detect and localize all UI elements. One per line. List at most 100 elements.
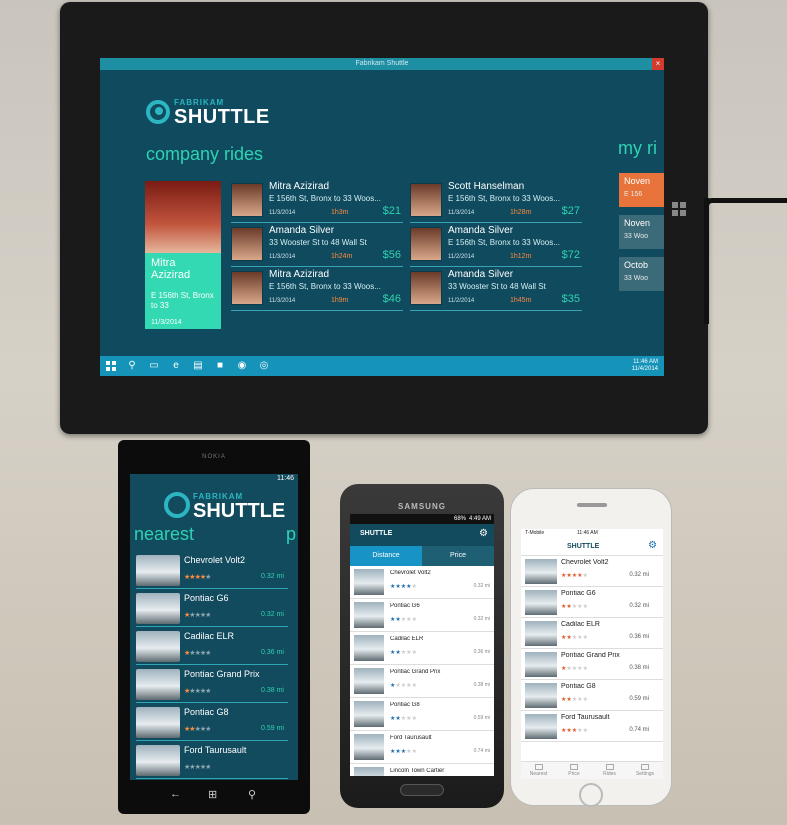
ie-icon[interactable]: e	[170, 360, 182, 372]
tab-distance[interactable]: Distance	[350, 546, 422, 566]
settings-gear-icon[interactable]: ⚙	[648, 540, 657, 551]
shuttle-app-icon[interactable]: ◉	[236, 360, 248, 372]
settings-gear-icon[interactable]: ⚙	[479, 528, 488, 539]
store-icon[interactable]: ■	[214, 360, 226, 372]
earpiece	[577, 503, 607, 507]
tab-nearest[interactable]: Nearest	[521, 763, 556, 779]
my-ride-tile[interactable]: Octob 33 Woo	[619, 257, 664, 291]
my-ride-tile[interactable]: Noven E 156	[619, 173, 664, 207]
app-icon[interactable]: ◎	[258, 360, 270, 372]
window-titlebar[interactable]: Fabrikam Shuttle ×	[100, 58, 664, 70]
car-list-item[interactable]: Pontiac G6 ★★★★★ 0.32 mi	[350, 599, 494, 632]
featured-name: Mitra Azizirad	[151, 257, 191, 281]
search-icon[interactable]: ⚲	[248, 788, 256, 801]
carrier: T-Mobile	[525, 530, 545, 536]
ride-cost: $35	[561, 293, 580, 305]
ride-date: 11/3/2014	[269, 210, 296, 216]
tab-price[interactable]: Price	[422, 546, 494, 566]
car-distance: 0.32 mi	[629, 572, 649, 578]
taskbar-clock[interactable]: 11:46 AM 11/4/2014	[632, 359, 658, 373]
explorer-icon[interactable]: ▤	[192, 360, 204, 372]
status-bar: 11:46	[130, 474, 298, 486]
app-logo: SHUTTLE	[360, 530, 393, 537]
car-name: Pontiac G8	[184, 707, 229, 717]
featured-avatar	[145, 181, 221, 253]
featured-date: 11/3/2014	[151, 319, 182, 326]
home-button[interactable]	[400, 784, 444, 796]
car-list-item[interactable]: Pontiac G6 ★★★★★ 0.32 mi	[521, 587, 663, 618]
battery-level: 68%	[453, 516, 466, 522]
car-list-item[interactable]: Pontiac G6 ★★★★★ 0.32 mi	[136, 590, 288, 627]
car-distance: 0.59 mi	[473, 715, 490, 721]
car-distance: 0.38 mi	[629, 665, 649, 671]
ride-card[interactable]: Amanda Silver 33 Wooster St to 48 Wall St…	[410, 269, 582, 311]
home-button[interactable]	[579, 783, 603, 807]
car-list-item[interactable]: Pontiac Grand Prix ★★★★★ 0.38 mi	[350, 665, 494, 698]
ride-cost: $21	[382, 205, 401, 217]
featured-ride-tile[interactable]: Mitra Azizirad E 156th St, Bronx to 33 1…	[145, 181, 221, 329]
ride-route: E 156th St, Bronx to 33 Woos...	[448, 238, 560, 247]
section-my-rides[interactable]: my ri	[618, 138, 657, 159]
star-empty-icon: ★	[411, 749, 417, 755]
car-list-item[interactable]: Pontiac G8 ★★★★★ 0.59 mi	[521, 680, 663, 711]
car-list-item[interactable]: Chevrolet Volt2 ★★★★★ 0.32 mi	[521, 556, 663, 587]
task-view-icon[interactable]: ▭	[148, 360, 160, 372]
car-list-item[interactable]: Ford Taurusault ★★★★★ 0.74 mi	[521, 711, 663, 742]
ride-card[interactable]: Scott Hanselman E 156th St, Bronx to 33 W…	[410, 181, 582, 223]
tab-icon	[641, 764, 649, 770]
ride-card[interactable]: Mitra Azizirad E 156th St, Bronx to 33 Wo…	[231, 269, 403, 311]
windows-icon[interactable]: ⊞	[208, 788, 217, 801]
pivot-next-peek[interactable]: p	[286, 524, 296, 545]
car-name: Chevrolet Volt2	[390, 570, 431, 576]
car-list-item[interactable]: Chevrolet Volt2 ★★★★★ 0.32 mi	[350, 566, 494, 599]
ride-duration: 1h9m	[331, 297, 349, 304]
car-list-item[interactable]: Pontiac Grand Prix ★★★★★ 0.38 mi	[136, 666, 288, 703]
car-list-item[interactable]: Cadilac ELR ★★★★★ 0.36 mi	[521, 618, 663, 649]
section-company-rides[interactable]: company rides	[146, 144, 263, 165]
close-button[interactable]: ×	[652, 58, 664, 70]
car-list-item[interactable]: Cadilac ELR ★★★★★ 0.36 mi	[136, 628, 288, 665]
car-list-item[interactable]: Lincoln Town Cartier★★★★★	[350, 764, 494, 776]
windows-button-icon[interactable]	[672, 202, 686, 216]
star-empty-icon: ★	[411, 650, 417, 656]
logo-title: SHUTTLE	[193, 500, 286, 522]
car-name: Pontiac Grand Prix	[390, 669, 441, 675]
car-list-item[interactable]: Pontiac G8 ★★★★★ 0.59 mi	[136, 704, 288, 741]
car-list-item[interactable]: Pontiac Grand Prix ★★★★★ 0.38 mi	[521, 649, 663, 680]
ride-date: 11/3/2014	[448, 210, 475, 216]
ride-duration: 1h24m	[331, 253, 353, 260]
ride-route: 33 Wooster St to 48 Wall St	[269, 238, 367, 247]
car-thumbnail	[136, 593, 180, 624]
ride-card[interactable]: Amanda Silver 33 Wooster St to 48 Wall St…	[231, 225, 403, 267]
car-list-item[interactable]: Ford Taurusault ★★★★★ 0.74 mi	[350, 731, 494, 764]
search-icon[interactable]: ⚲	[126, 360, 138, 372]
car-thumbnail	[354, 767, 384, 776]
rider-avatar	[410, 271, 442, 305]
tab-rides[interactable]: Rides	[592, 763, 627, 779]
rider-avatar	[410, 227, 442, 261]
my-ride-month: Noven	[624, 176, 651, 186]
car-list-item[interactable]: Pontiac G8 ★★★★★ 0.59 mi	[350, 698, 494, 731]
car-list-item[interactable]: Chevrolet Volt2 ★★★★★ 0.32 mi	[136, 552, 288, 589]
status-bar: 68% 4:49 AM	[350, 514, 494, 524]
star-empty-icon: ★	[205, 764, 211, 771]
star-rating: ★★★★★	[184, 649, 211, 657]
car-name: Ford Taurusault	[390, 735, 432, 741]
rider-name: Mitra Azizirad	[269, 181, 330, 192]
ride-card[interactable]: Mitra Azizirad E 156th St, Bronx to 33 Wo…	[231, 181, 403, 223]
back-icon[interactable]: ←	[170, 788, 181, 800]
car-thumbnail	[136, 555, 180, 586]
tab-settings[interactable]: Settings	[628, 763, 663, 779]
star-rating: ★★★★★	[184, 763, 211, 771]
tab-icon	[570, 764, 578, 770]
clock-date: 11/4/2014	[631, 366, 658, 372]
car-list-item[interactable]: Cadilac ELR ★★★★★ 0.36 mi	[350, 632, 494, 665]
car-list-item[interactable]: Ford Taurusault ★★★★★	[136, 742, 288, 779]
car-distance: 0.59 mi	[261, 725, 284, 732]
ride-card[interactable]: Amanda Silver E 156th St, Bronx to 33 Woo…	[410, 225, 582, 267]
windows-start-icon[interactable]	[106, 361, 116, 371]
tab-price[interactable]: Price	[557, 763, 592, 779]
clock-time: 11:46 AM	[633, 359, 658, 365]
my-ride-tile[interactable]: Noven 33 Woo	[619, 215, 664, 249]
pivot-nearest[interactable]: nearest	[134, 524, 194, 545]
